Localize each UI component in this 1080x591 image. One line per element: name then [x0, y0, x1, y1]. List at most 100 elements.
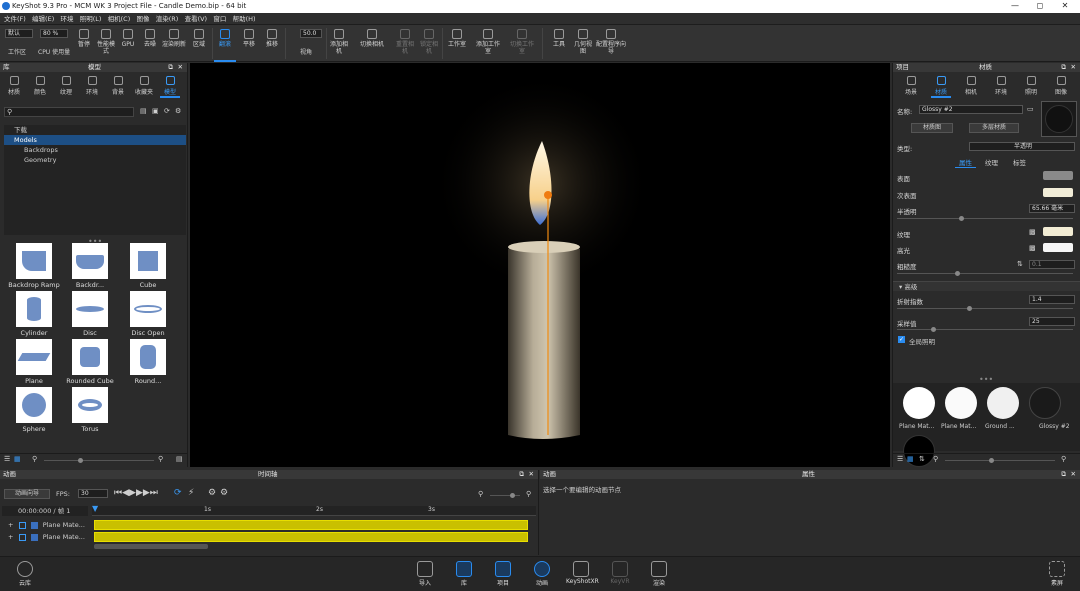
- pause-button[interactable]: 暂停: [74, 25, 94, 62]
- zoom-in-icon[interactable]: ⚲: [526, 490, 531, 498]
- model-disc[interactable]: Disc: [64, 291, 116, 337]
- refractive-index-slider[interactable]: [897, 306, 1073, 311]
- menu-edit[interactable]: 编辑(E): [32, 13, 54, 25]
- subtab-labels[interactable]: 标签: [1013, 157, 1026, 167]
- roughness-slider[interactable]: [897, 271, 1073, 276]
- global-illumination-checkbox[interactable]: ✓: [898, 336, 905, 343]
- render-viewport[interactable]: [190, 63, 890, 467]
- undock-icon[interactable]: ⧉: [519, 470, 524, 479]
- workspace-select[interactable]: 默认: [5, 29, 33, 38]
- close-button[interactable]: ✕: [1058, 1, 1072, 10]
- denoise-button[interactable]: 去噪: [140, 25, 160, 62]
- model-backdrop-ramp[interactable]: Backdrop Ramp: [8, 243, 60, 289]
- material-type-select[interactable]: 半透明: [969, 142, 1075, 151]
- close-panel-icon[interactable]: ✕: [529, 470, 534, 479]
- tab-environments[interactable]: 环境: [80, 73, 104, 96]
- tree-item-downloads[interactable]: 下载: [4, 125, 186, 135]
- model-disc-open[interactable]: Disc Open: [122, 291, 174, 337]
- model-rounded-cube[interactable]: Rounded Cube: [64, 339, 116, 385]
- tab-textures[interactable]: 纹理: [54, 73, 78, 96]
- cloud-library-button[interactable]: 云库: [10, 559, 40, 587]
- zoom-out-icon[interactable]: ⚲: [933, 455, 938, 463]
- material-plane-2[interactable]: [945, 387, 977, 419]
- tab-environment[interactable]: 环境: [989, 73, 1013, 96]
- settings-icon[interactable]: ⚙: [208, 488, 216, 498]
- translucency-slider[interactable]: [897, 216, 1073, 221]
- library-refresh-icon[interactable]: ⟳: [164, 107, 170, 115]
- tree-item-models[interactable]: Models: [4, 135, 186, 145]
- subsurface-color-swatch[interactable]: [1043, 188, 1073, 197]
- save-material-icon[interactable]: ▭: [1027, 105, 1034, 113]
- library-button[interactable]: 库: [449, 559, 479, 587]
- grid-view-icon[interactable]: ▦: [907, 455, 914, 463]
- tab-colors[interactable]: 颜色: [28, 73, 52, 96]
- material-plane-1[interactable]: [903, 387, 935, 419]
- menu-image[interactable]: 图像: [137, 13, 150, 25]
- texture-map-icon[interactable]: ▩: [1029, 228, 1036, 236]
- menu-camera[interactable]: 相机(C): [108, 13, 131, 25]
- close-panel-icon[interactable]: ✕: [1071, 470, 1076, 479]
- undock-icon[interactable]: ⧉: [1061, 470, 1066, 479]
- geometry-view-button[interactable]: 几何视图: [572, 25, 594, 62]
- close-panel-icon[interactable]: ✕: [178, 63, 183, 72]
- fov-field[interactable]: 50.0: [300, 29, 322, 38]
- translucency-field[interactable]: 65.66 毫米: [1029, 204, 1075, 213]
- specular-color-swatch[interactable]: [1043, 243, 1073, 252]
- subtab-properties[interactable]: 属性: [955, 157, 976, 168]
- timeline-zoom-slider[interactable]: [490, 493, 520, 498]
- roughness-map-icon[interactable]: ⇅: [1017, 260, 1023, 268]
- material-name-input[interactable]: Glossy #2: [919, 105, 1023, 114]
- library-folder-icon[interactable]: ▤: [140, 107, 147, 115]
- tab-backgrounds[interactable]: 背景: [106, 73, 130, 96]
- menu-render[interactable]: 渲染(R): [156, 13, 179, 25]
- close-panel-icon[interactable]: ✕: [1071, 63, 1076, 72]
- model-sphere[interactable]: Sphere: [8, 387, 60, 433]
- animation-clip[interactable]: [94, 532, 528, 542]
- reset-camera-button[interactable]: 重置相机: [394, 25, 416, 62]
- grid-view-icon[interactable]: ▦: [14, 455, 21, 463]
- tree-item-backdrops[interactable]: Backdrops: [4, 145, 186, 155]
- tab-models[interactable]: 模型: [158, 73, 182, 98]
- performance-mode-button[interactable]: 性能模式: [96, 25, 116, 62]
- menu-lighting[interactable]: 照明(L): [80, 13, 102, 25]
- model-cube[interactable]: Cube: [122, 243, 174, 289]
- track-row[interactable]: + Plane Mate...: [2, 520, 88, 531]
- timeline-scrollbar[interactable]: [94, 544, 208, 549]
- advanced-section-header[interactable]: ▾ 高级: [893, 281, 1080, 291]
- model-cylinder[interactable]: Cylinder: [8, 291, 60, 337]
- menu-help[interactable]: 帮助(H): [233, 13, 256, 25]
- tab-scene[interactable]: 场景: [899, 73, 923, 96]
- texture-color-swatch[interactable]: [1043, 227, 1073, 236]
- animation-wizard-button[interactable]: 动画向导: [4, 489, 50, 499]
- menu-file[interactable]: 文件(F): [4, 13, 26, 25]
- playhead-icon[interactable]: ▼: [92, 504, 98, 513]
- menu-window[interactable]: 窗口: [213, 13, 226, 25]
- thumbnail-size-slider[interactable]: [945, 458, 1055, 463]
- minimize-button[interactable]: —: [1008, 1, 1022, 10]
- render-refresh-button[interactable]: 渲染刷新: [162, 25, 186, 62]
- track-row[interactable]: + Plane Mate...: [2, 532, 88, 543]
- material-graph-button[interactable]: 材质图: [911, 123, 953, 133]
- library-add-folder-icon[interactable]: ▣: [152, 107, 159, 115]
- tumble-button[interactable]: 翻滚: [214, 25, 236, 62]
- tab-favorites[interactable]: 收藏夹: [132, 73, 156, 96]
- library-settings-icon[interactable]: ⚙: [175, 107, 181, 115]
- specular-map-icon[interactable]: ▩: [1029, 244, 1036, 252]
- undock-icon[interactable]: ⧉: [1061, 63, 1066, 72]
- zoom-out-icon[interactable]: ⚲: [478, 490, 483, 498]
- configurator-wizard-button[interactable]: 配置程序向导: [596, 25, 626, 62]
- model-torus[interactable]: Torus: [64, 387, 116, 433]
- tab-image[interactable]: 图像: [1049, 73, 1073, 96]
- cpu-usage-field[interactable]: 80 %: [40, 29, 68, 38]
- zoom-in-icon[interactable]: ⚲: [1061, 455, 1066, 463]
- subtab-textures[interactable]: 纹理: [985, 157, 998, 167]
- dolly-button[interactable]: 推移: [261, 25, 283, 62]
- surface-color-swatch[interactable]: [1043, 171, 1073, 180]
- playback-controls[interactable]: ⏮◀▶▶▶⏭: [114, 488, 158, 498]
- undock-icon[interactable]: ⧉: [168, 63, 173, 72]
- pan-button[interactable]: 平移: [238, 25, 260, 62]
- gpu-button[interactable]: GPU: [118, 25, 138, 62]
- model-backdrop[interactable]: Backdr...: [64, 243, 116, 289]
- refractive-index-field[interactable]: 1.4: [1029, 295, 1075, 304]
- lock-camera-button[interactable]: 锁定相机: [418, 25, 440, 62]
